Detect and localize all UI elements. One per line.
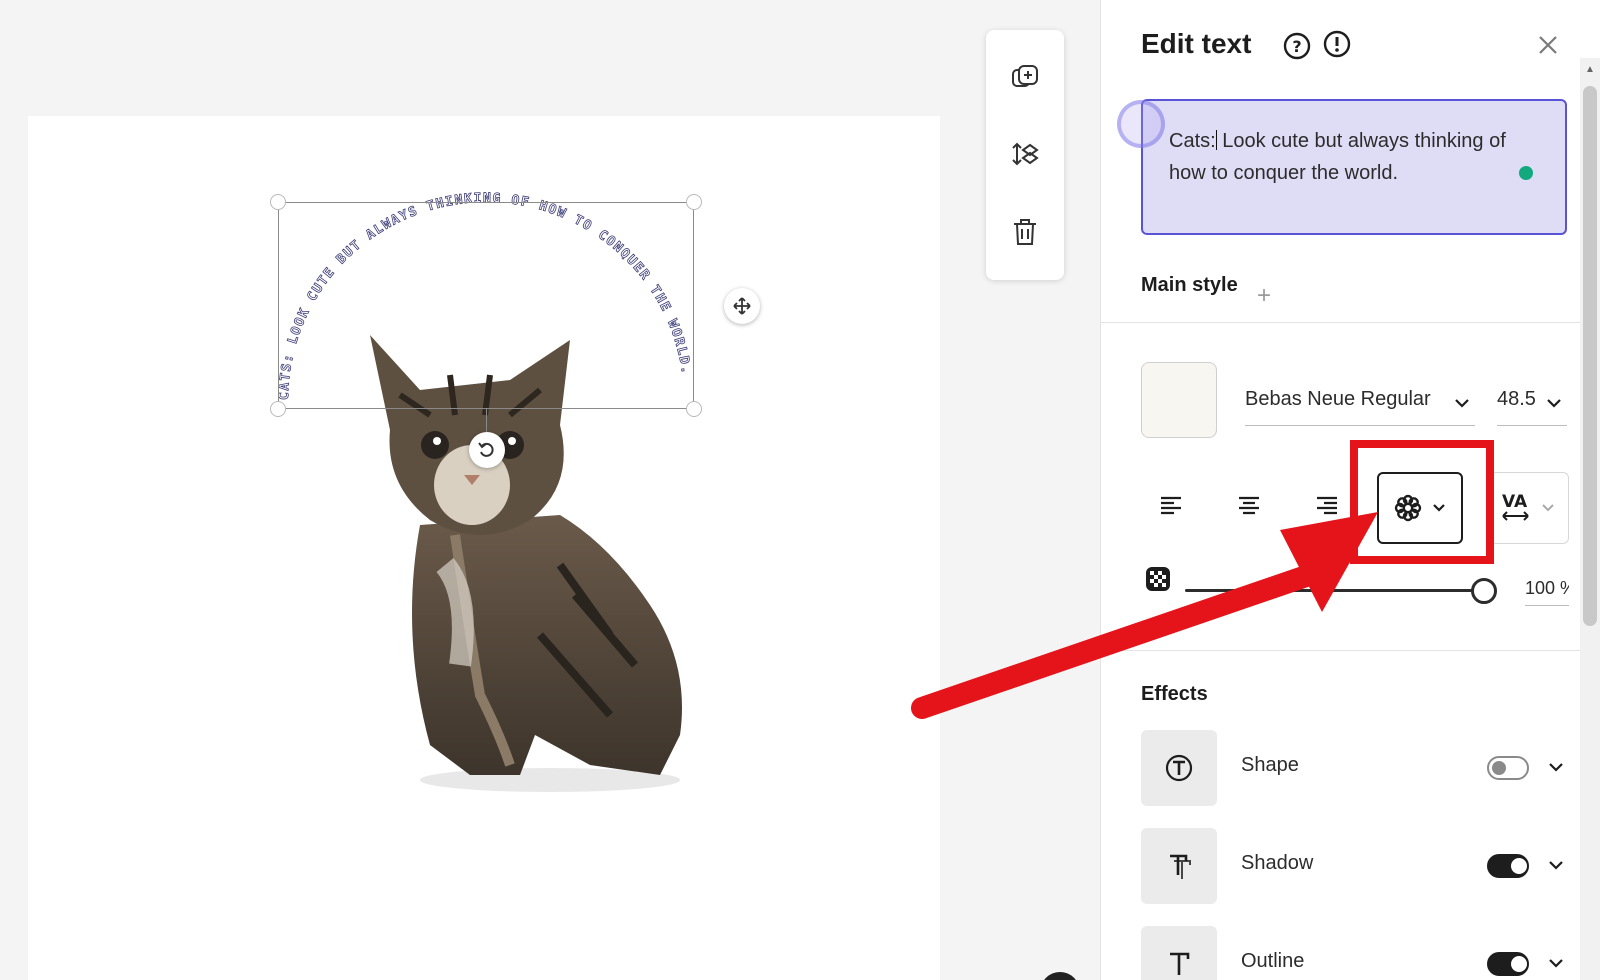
text-color-swatch[interactable] xyxy=(1141,362,1217,438)
rotate-icon xyxy=(478,442,494,457)
divider xyxy=(1101,650,1581,651)
focus-indicator xyxy=(1117,100,1165,148)
opacity-value[interactable]: 100 % xyxy=(1525,578,1569,606)
toggle-knob xyxy=(1511,956,1527,972)
effect-label: Outline xyxy=(1241,950,1305,972)
chevron-down-icon[interactable] xyxy=(1547,954,1565,972)
highlight-box xyxy=(1350,440,1494,564)
trash-icon xyxy=(1014,218,1036,245)
align-left-icon xyxy=(1161,496,1181,515)
svg-text:?: ? xyxy=(1292,37,1301,56)
svg-text:VA: VA xyxy=(1502,492,1528,512)
scroll-up-arrow[interactable]: ▲ xyxy=(1585,64,1595,75)
chevron-down-icon[interactable] xyxy=(1547,758,1565,776)
scroll-thumb[interactable] xyxy=(1583,86,1597,626)
resize-handle-top-right[interactable] xyxy=(686,194,702,210)
text-outline-icon xyxy=(1170,952,1190,975)
close-button[interactable] xyxy=(1533,30,1563,60)
font-family-dropdown[interactable]: Bebas Neue Regular xyxy=(1245,382,1475,426)
shadow-effect-tile[interactable] xyxy=(1141,828,1217,904)
delete-button[interactable] xyxy=(1003,210,1047,254)
chevron-down-icon xyxy=(1542,504,1554,512)
shape-effect-tile[interactable] xyxy=(1141,730,1217,806)
text-before-caret: Cats: xyxy=(1169,130,1216,152)
align-left-button[interactable] xyxy=(1153,488,1189,524)
add-style-icon[interactable]: + xyxy=(1257,282,1271,310)
resize-handle-bottom-right[interactable] xyxy=(686,401,702,417)
effect-row-outline: Outline xyxy=(1141,926,1571,980)
effect-label: Shadow xyxy=(1241,852,1314,874)
shape-toggle[interactable] xyxy=(1487,756,1529,780)
letter-spacing-dropdown[interactable]: VA xyxy=(1487,472,1569,544)
text-content-field[interactable]: Cats: Look cute but always thinking of h… xyxy=(1141,99,1567,235)
chevron-down-icon xyxy=(1455,399,1469,408)
opacity-slider-track[interactable] xyxy=(1185,589,1485,592)
arrange-layers-icon xyxy=(1012,142,1039,166)
divider xyxy=(1101,322,1581,323)
rotate-handle[interactable] xyxy=(469,432,505,468)
outline-effect-tile[interactable] xyxy=(1141,926,1217,980)
panel-title: Edit text xyxy=(1141,28,1252,59)
effect-row-shape: Shape xyxy=(1141,730,1571,806)
floating-toolbar xyxy=(986,30,1064,280)
text-after-caret: Look cute but always thinking of how to … xyxy=(1169,130,1506,184)
help-icon[interactable]: ? xyxy=(1283,32,1311,60)
text-shape-icon xyxy=(1165,754,1193,782)
rotate-stem xyxy=(486,409,487,433)
letter-spacing-icon: VA xyxy=(1502,492,1529,521)
text-shadow-icon xyxy=(1170,854,1191,879)
effect-label: Shape xyxy=(1241,754,1299,776)
selection-box[interactable] xyxy=(270,194,702,468)
outline-toggle[interactable] xyxy=(1487,952,1529,976)
opacity-slider-thumb[interactable] xyxy=(1471,578,1497,604)
toggle-knob xyxy=(1511,858,1527,874)
font-size-value: 48.5 xyxy=(1497,388,1536,410)
align-right-button[interactable] xyxy=(1309,488,1345,524)
align-right-icon xyxy=(1317,496,1337,515)
effects-label: Effects xyxy=(1141,683,1208,705)
duplicate-icon xyxy=(1012,65,1038,88)
move-handle[interactable] xyxy=(724,288,760,324)
resize-handle-top-left[interactable] xyxy=(270,194,286,210)
move-icon xyxy=(733,297,751,315)
font-size-dropdown[interactable]: 48.5 xyxy=(1497,382,1567,426)
shadow-toggle[interactable] xyxy=(1487,854,1529,878)
alert-icon[interactable] xyxy=(1323,30,1351,58)
font-family-value: Bebas Neue Regular xyxy=(1245,388,1431,410)
align-center-button[interactable] xyxy=(1231,488,1267,524)
resize-handle-bottom-left[interactable] xyxy=(270,401,286,417)
status-dot xyxy=(1519,166,1533,180)
toggle-knob xyxy=(1492,761,1506,775)
help-bubble[interactable] xyxy=(1040,972,1080,980)
effect-row-shadow: Shadow xyxy=(1141,828,1571,904)
opacity-icon xyxy=(1146,567,1170,591)
align-center-icon xyxy=(1239,496,1259,515)
main-style-label: Main style xyxy=(1141,274,1238,296)
chevron-down-icon[interactable] xyxy=(1547,856,1565,874)
panel-scrollbar[interactable]: ▲ xyxy=(1580,58,1600,980)
chevron-down-icon xyxy=(1547,399,1561,408)
close-icon xyxy=(1539,36,1557,54)
duplicate-button[interactable] xyxy=(1003,56,1047,100)
canvas-workspace: CATS: LOOK CUTE BUT ALWAYS THINKING OF H… xyxy=(0,0,1100,980)
arrange-button[interactable] xyxy=(1003,133,1047,177)
